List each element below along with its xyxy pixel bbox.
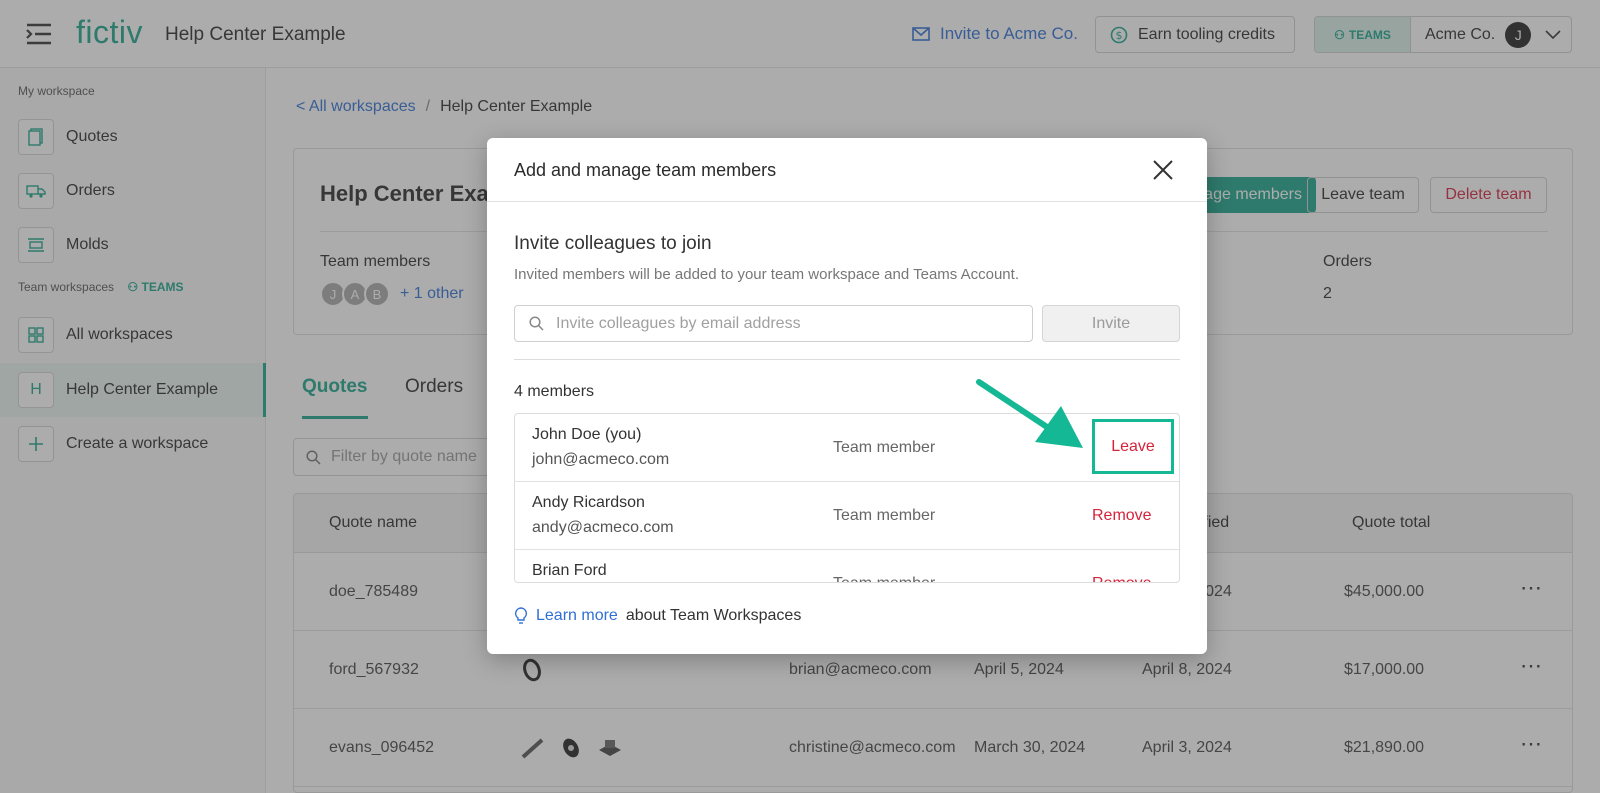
- invite-button[interactable]: Invite: [1042, 305, 1180, 342]
- leave-button[interactable]: Leave: [1092, 419, 1174, 474]
- member-count: 4 members: [514, 383, 595, 400]
- member-role: Team member: [833, 507, 936, 524]
- manage-members-modal: Add and manage team members Invite colle…: [487, 138, 1207, 654]
- member-name: Brian Ford: [532, 562, 607, 579]
- list-item: Brian Ford Team member Remove: [515, 550, 1179, 582]
- list-item: Andy Ricardson andy@acmeco.com Team memb…: [515, 482, 1179, 550]
- invite-email-input[interactable]: [556, 314, 996, 333]
- modal-title: Add and manage team members: [514, 160, 777, 180]
- member-email: andy@acmeco.com: [532, 519, 674, 536]
- member-role: Team member: [833, 575, 935, 582]
- invite-heading: Invite colleagues to join: [514, 233, 712, 254]
- lightbulb-icon: [514, 607, 528, 624]
- member-name: John Doe (you): [532, 426, 642, 443]
- learn-more-link[interactable]: Learn more: [536, 607, 618, 625]
- search-icon: [529, 316, 544, 331]
- pointer-arrow-icon: [976, 379, 1083, 448]
- learn-more-row: Learn more about Team Workspaces: [514, 607, 801, 625]
- invite-description: Invited members will be added to your te…: [514, 266, 1019, 283]
- member-role: Team member: [833, 439, 936, 456]
- remove-button[interactable]: Remove: [1092, 507, 1152, 525]
- member-email: john@acmeco.com: [532, 451, 670, 468]
- close-icon[interactable]: [1151, 158, 1175, 182]
- learn-more-text: about Team Workspaces: [625, 607, 802, 624]
- invite-email-field[interactable]: [514, 305, 1033, 342]
- remove-button[interactable]: Remove: [1092, 575, 1152, 582]
- divider: [514, 359, 1180, 360]
- modal-header: Add and manage team members: [487, 138, 1207, 202]
- member-name: Andy Ricardson: [532, 494, 645, 511]
